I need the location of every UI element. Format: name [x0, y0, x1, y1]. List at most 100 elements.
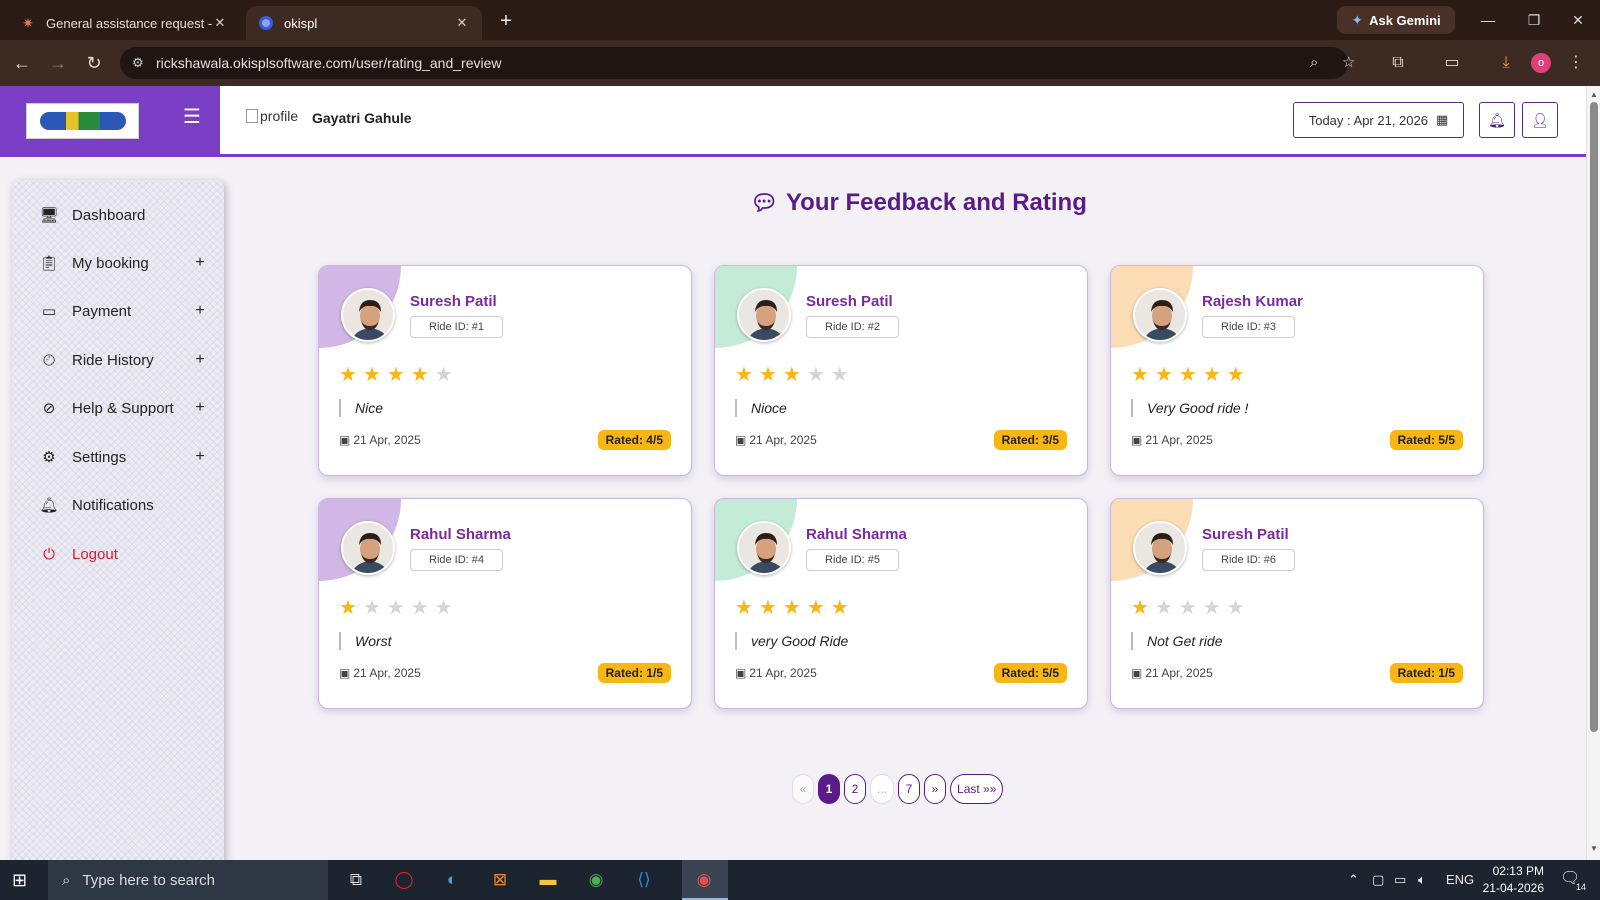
star-empty-icon: ★ [830, 364, 849, 386]
forward-arrow-icon[interactable]: → [46, 51, 70, 75]
bookmark-star-icon[interactable]: ☆ [1342, 47, 1355, 79]
taskbar-active-app[interactable]: ◉ [682, 860, 728, 900]
volume-icon[interactable]: 🔈︎ [1418, 872, 1426, 888]
expand-plus-icon[interactable]: + [192, 399, 208, 417]
pagination-next[interactable]: » [924, 774, 947, 804]
star-filled-icon: ★ [1202, 364, 1221, 386]
pagination-last[interactable]: Last »» [950, 774, 1004, 804]
reviewer-name: Suresh Patil [1202, 526, 1289, 543]
review-card: Suresh Patil Ride ID: #2 ★ ★ ★ ★ ★ Nioce ▣ 21 Apr… [714, 265, 1088, 476]
review-date-text: 21 Apr, 2025 [353, 666, 421, 680]
review-card: Rajesh Kumar Ride ID: #3 ★ ★ ★ ★ ★ Very Good ri… [1110, 265, 1484, 476]
window-close-icon[interactable]: ✕ [1558, 8, 1598, 32]
ask-gemini-button[interactable]: ✦ Ask Gemini [1337, 6, 1455, 34]
address-bar[interactable]: ⚙ rickshawala.okisplsoftware.com/user/ra… [120, 47, 1355, 79]
today-date-button[interactable]: Today : Apr 21, 2026 ▦ [1293, 102, 1464, 138]
pagination-page-1[interactable]: 1 [818, 774, 840, 804]
sidebar-item-settings[interactable]: ⚙ Settings + [38, 442, 208, 472]
star-empty-icon: ★ [806, 364, 825, 386]
chrome-icon[interactable]: ◉ [582, 866, 610, 894]
calendar-icon: ▣ [1131, 666, 1143, 680]
star-filled-icon: ★ [782, 597, 801, 619]
review-comment: very Good Ride [735, 632, 848, 650]
review-date-text: 21 Apr, 2025 [353, 433, 421, 447]
broken-image-icon [246, 109, 258, 123]
review-date: ▣ 21 Apr, 2025 [1131, 666, 1213, 680]
star-rating: ★ ★ ★ ★ ★ [735, 362, 849, 387]
zoom-search-icon[interactable]: ⌕ [1310, 47, 1318, 79]
new-tab-button[interactable]: + [492, 8, 520, 36]
task-view-icon[interactable]: ⧉ [342, 866, 370, 894]
browser-menu-icon[interactable]: ⋮ [1564, 51, 1588, 75]
user-profile-button[interactable]: 👤︎ [1522, 102, 1558, 138]
company-logo[interactable] [26, 103, 139, 139]
hamburger-menu-icon[interactable]: ☰ [183, 107, 201, 127]
cast-icon[interactable]: ▭ [1440, 51, 1464, 75]
meet-icon[interactable]: ▢ [1372, 872, 1384, 888]
sidebar-item-dashboard[interactable]: 🖥︎ Dashboard [38, 200, 208, 230]
windows-start-icon[interactable]: ⊞ [12, 870, 32, 890]
close-tab-icon[interactable]: ✕ [212, 15, 228, 31]
edge-icon[interactable]: ◐ [438, 866, 466, 894]
restore-icon[interactable]: ❐ [1514, 8, 1554, 32]
star-empty-icon: ★ [362, 597, 381, 619]
reviewer-avatar [1133, 288, 1187, 342]
review-comment: Worst [339, 632, 392, 650]
expand-plus-icon[interactable]: + [192, 302, 208, 320]
download-icon[interactable]: ⤓ [1494, 51, 1518, 75]
calendar-icon: ▦ [1435, 112, 1449, 127]
pagination-prev[interactable]: « [792, 774, 814, 804]
reviewer-avatar [341, 288, 395, 342]
xampp-icon[interactable]: ⊠ [486, 866, 514, 894]
sidebar-item-payment[interactable]: ▭ Payment + [38, 296, 208, 326]
today-label: Today : Apr 21, 2026 [1308, 112, 1428, 128]
star-empty-icon: ★ [410, 597, 429, 619]
site-info-icon[interactable]: ⚙ [132, 55, 156, 71]
reviewer-name: Suresh Patil [410, 293, 497, 310]
sidebar-item-my-booking[interactable]: 📋︎ My booking + [38, 248, 208, 278]
browser-profile-avatar[interactable]: o [1531, 53, 1551, 73]
profile-image: profile [246, 108, 298, 124]
page-scrollbar[interactable]: ▲ ▼ [1586, 86, 1600, 860]
extensions-icon[interactable]: ⧉ [1386, 51, 1410, 75]
expand-plus-icon[interactable]: + [192, 448, 208, 466]
expand-plus-icon[interactable]: + [192, 254, 208, 272]
sidebar-item-ride-history[interactable]: 🕘︎ Ride History + [38, 345, 208, 375]
close-tab-icon[interactable]: ✕ [454, 15, 470, 31]
browser-tab-claude[interactable]: ✷ General assistance request - Cla ✕ [8, 6, 240, 40]
browser-tab-okispl[interactable]: okispl ✕ [246, 6, 482, 40]
star-filled-icon: ★ [386, 364, 405, 386]
sidebar-item-logout[interactable]: ⏻ Logout [38, 539, 208, 569]
network-icon[interactable]: ▭ [1394, 872, 1406, 888]
ride-id-badge: Ride ID: #5 [806, 549, 900, 571]
rated-badge: Rated: 5/5 [1389, 430, 1463, 450]
notification-count: 14 [1576, 882, 1587, 892]
file-explorer-icon[interactable]: ▬ [534, 866, 562, 894]
pagination-page-2[interactable]: 2 [844, 774, 866, 804]
star-empty-icon: ★ [1154, 597, 1173, 619]
star-filled-icon: ★ [362, 364, 381, 386]
scroll-down-arrow-icon[interactable]: ▼ [1587, 842, 1600, 856]
reload-icon[interactable]: ↻ [82, 51, 106, 75]
opera-icon[interactable]: ◯ [390, 866, 418, 894]
windows-taskbar: ⊞ ⌕ Type here to search ⧉ ◯ ◐ ⊠ ▬ ◉ ⟨⟩ ◉… [0, 860, 1600, 900]
tab-title: General assistance request - Cla [46, 15, 212, 31]
vscode-icon[interactable]: ⟨⟩ [630, 866, 658, 894]
sidebar-item-notifications[interactable]: 🔔︎ Notifications [38, 490, 208, 520]
scrollbar-thumb[interactable] [1590, 102, 1598, 732]
sidebar-item-help-support[interactable]: ⊘ Help & Support + [38, 393, 208, 423]
pagination-page-7[interactable]: 7 [898, 774, 921, 804]
expand-plus-icon[interactable]: + [192, 351, 208, 369]
scroll-up-arrow-icon[interactable]: ▲ [1587, 88, 1600, 102]
taskbar-search[interactable]: ⌕ Type here to search [48, 860, 328, 900]
tray-overflow-icon[interactable]: ⌃ [1348, 872, 1359, 888]
sidebar-item-label: Ride History [72, 351, 154, 369]
back-arrow-icon[interactable]: ← [10, 51, 34, 75]
page-title-text: Your Feedback and Rating [785, 189, 1087, 216]
sidebar-item-label: Settings [72, 448, 127, 466]
ride-id-badge: Ride ID: #4 [410, 549, 504, 571]
minimize-icon[interactable]: — [1468, 8, 1508, 32]
notifications-bell-button[interactable]: 🔔︎ [1479, 102, 1515, 138]
system-clock[interactable]: 02:13 PM 21-04-2026 [1464, 863, 1544, 897]
review-card: Rahul Sharma Ride ID: #4 ★ ★ ★ ★ ★ Worst ▣ 21 Apr… [318, 498, 692, 709]
